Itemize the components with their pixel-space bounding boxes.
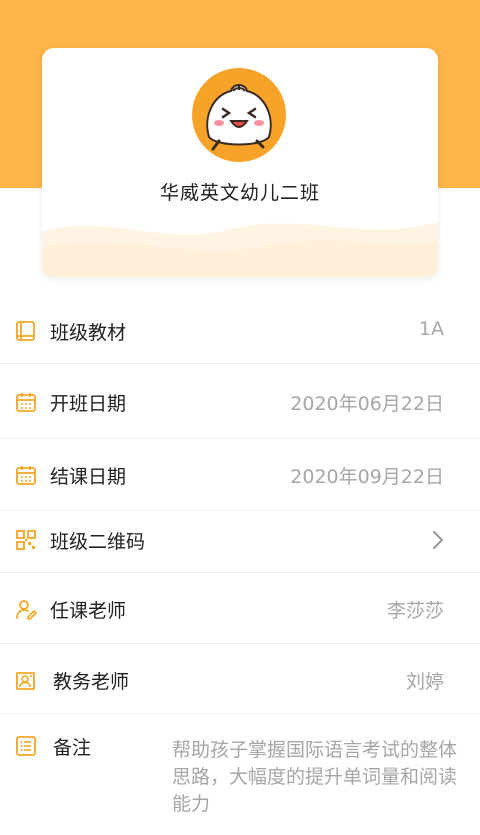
- bun-mascot-icon: [192, 68, 286, 162]
- row-qrcode[interactable]: 班级二维码: [0, 510, 480, 573]
- list-icon: [16, 736, 36, 756]
- chevron-right-icon[interactable]: [430, 528, 446, 552]
- row-teacher[interactable]: 任课老师 李莎莎: [0, 573, 480, 644]
- id-card-icon: [16, 672, 35, 690]
- calendar-icon: [16, 393, 36, 412]
- row-label-teacher: 任课老师: [50, 600, 127, 622]
- row-label-admin-teacher: 教务老师: [53, 671, 130, 693]
- row-label-start-date: 开班日期: [50, 393, 127, 415]
- row-admin-teacher[interactable]: 教务老师 刘婷: [0, 644, 480, 715]
- teacher-icon: [16, 600, 37, 620]
- row-label-notes: 备注: [53, 737, 92, 759]
- calendar-icon: [16, 466, 36, 485]
- class-info-list: 班级教材 1A 开班日期 2020年06月22日 结课日期 2020年09月22…: [0, 297, 480, 835]
- qrcode-icon: [16, 530, 36, 550]
- row-start-date[interactable]: 开班日期 2020年06月22日: [0, 364, 480, 439]
- row-label-end-date: 结课日期: [50, 466, 127, 488]
- row-value-teacher: 李莎莎: [386, 600, 444, 622]
- row-end-date[interactable]: 结课日期 2020年09月22日: [0, 439, 480, 510]
- row-value-start-date: 2020年06月22日: [290, 393, 444, 415]
- row-value-textbook: 1A: [418, 318, 444, 340]
- row-value-notes: 帮助孩子掌握国际语言考试的整体思路，大幅度的提升单词量和阅读能力: [172, 739, 458, 815]
- book-icon: [16, 321, 35, 341]
- class-name: 华威英文幼儿二班: [159, 182, 320, 204]
- row-textbook[interactable]: 班级教材 1A: [0, 297, 480, 364]
- row-label-textbook: 班级教材: [50, 322, 127, 344]
- class-card: 华威英文幼儿二班: [42, 48, 438, 277]
- row-value-admin-teacher: 刘婷: [405, 671, 444, 693]
- card-wave-decoration: [42, 222, 438, 277]
- row-notes: 备注 帮助孩子掌握国际语言考试的整体思路，大幅度的提升单词量和阅读能力: [0, 715, 480, 835]
- row-value-end-date: 2020年09月22日: [290, 466, 444, 488]
- row-label-qrcode: 班级二维码: [50, 531, 146, 553]
